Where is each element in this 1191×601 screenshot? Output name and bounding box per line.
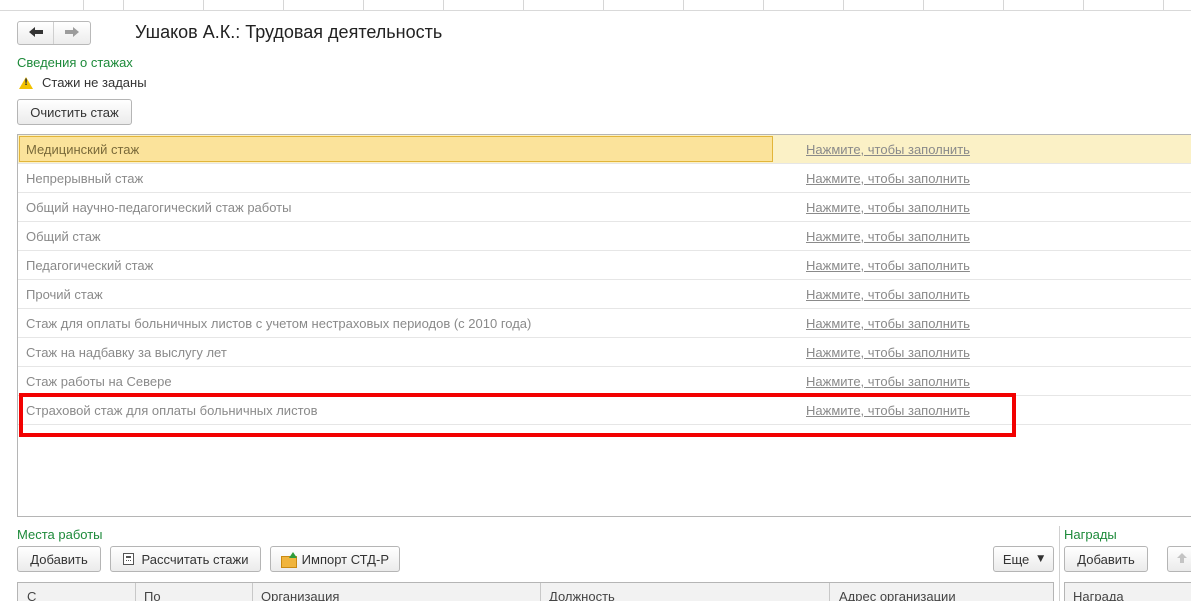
experience-name: Медицинский стаж xyxy=(26,142,140,157)
column-header-to[interactable]: По xyxy=(144,589,161,601)
awards-section-label: Награды xyxy=(1064,527,1117,542)
window-top-strip xyxy=(0,0,1191,11)
strip-divider xyxy=(523,0,524,10)
fill-link[interactable]: Нажмите, чтобы заполнить xyxy=(806,345,970,360)
strip-divider xyxy=(763,0,764,10)
column-header-award[interactable]: Награда xyxy=(1073,589,1124,601)
strip-divider xyxy=(363,0,364,10)
fill-link[interactable]: Нажмите, чтобы заполнить xyxy=(806,229,970,244)
back-button[interactable] xyxy=(18,22,54,44)
column-separator xyxy=(135,583,136,601)
column-header-address[interactable]: Адрес организации xyxy=(839,589,956,601)
arrow-right-icon xyxy=(64,25,80,41)
workplaces-section-label: Места работы xyxy=(17,527,103,542)
strip-divider xyxy=(283,0,284,10)
strip-divider xyxy=(603,0,604,10)
experience-name: Педагогический стаж xyxy=(26,258,154,273)
move-up-button[interactable] xyxy=(1167,546,1191,572)
strip-divider xyxy=(1003,0,1004,10)
table-row[interactable]: Общий стаж Нажмите, чтобы заполнить xyxy=(18,222,1191,251)
experience-table: Медицинский стаж Нажмите, чтобы заполнит… xyxy=(17,134,1191,517)
strip-divider xyxy=(123,0,124,10)
table-row[interactable]: Общий научно-педагогический стаж работы … xyxy=(18,193,1191,222)
experience-name: Общий научно-педагогический стаж работы xyxy=(26,200,292,215)
import-std-r-label: Импорт СТД-Р xyxy=(301,551,389,567)
calculator-icon xyxy=(122,553,134,565)
fill-link[interactable]: Нажмите, чтобы заполнить xyxy=(806,171,970,186)
table-row[interactable]: Непрерывный стаж Нажмите, чтобы заполнит… xyxy=(18,164,1191,193)
fill-link[interactable]: Нажмите, чтобы заполнить xyxy=(806,287,970,302)
strip-divider xyxy=(1163,0,1164,10)
chevron-down-icon: ▼ xyxy=(1037,554,1045,564)
strip-divider xyxy=(203,0,204,10)
strip-divider xyxy=(83,0,84,10)
strip-divider xyxy=(923,0,924,10)
experience-section-label: Сведения о стажах xyxy=(17,55,133,70)
more-button[interactable]: Еще ▼ xyxy=(993,546,1054,572)
table-row[interactable]: Стаж для оплаты больничных листов с учет… xyxy=(18,309,1191,338)
add-workplace-button[interactable]: Добавить xyxy=(17,546,101,572)
table-row[interactable]: Стаж на надбавку за выслугу лет Нажмите,… xyxy=(18,338,1191,367)
column-header-position[interactable]: Должность xyxy=(549,589,615,601)
fill-link[interactable]: Нажмите, чтобы заполнить xyxy=(806,200,970,215)
column-header-from[interactable]: С xyxy=(27,589,36,601)
import-folder-icon xyxy=(281,551,297,568)
warning-icon xyxy=(19,76,33,89)
panel-divider xyxy=(1059,526,1060,601)
experience-name: Общий стаж xyxy=(26,229,101,244)
table-row[interactable]: Стаж работы на Севере Нажмите, чтобы зап… xyxy=(18,367,1191,396)
experience-name: Стаж работы на Севере xyxy=(26,374,172,389)
experience-name: Прочий стаж xyxy=(26,287,103,302)
strip-divider xyxy=(843,0,844,10)
awards-table-header: Награда xyxy=(1064,582,1191,601)
table-row[interactable]: Медицинский стаж Нажмите, чтобы заполнит… xyxy=(18,135,1191,164)
fill-link[interactable]: Нажмите, чтобы заполнить xyxy=(806,258,970,273)
strip-divider xyxy=(1083,0,1084,10)
column-header-organization[interactable]: Организация xyxy=(261,589,339,601)
fill-link[interactable]: Нажмите, чтобы заполнить xyxy=(806,374,970,389)
workplaces-table-header: С По Организация Должность Адрес организ… xyxy=(17,582,1054,601)
calculate-experience-button[interactable]: Рассчитать стажи xyxy=(110,546,261,572)
arrow-up-icon xyxy=(1176,552,1188,567)
warning-message: Стажи не заданы xyxy=(19,75,147,90)
arrow-left-icon xyxy=(28,25,44,41)
column-separator xyxy=(829,583,830,601)
experience-name: Непрерывный стаж xyxy=(26,171,144,186)
import-std-r-button[interactable]: Импорт СТД-Р xyxy=(270,546,400,572)
forward-button[interactable] xyxy=(54,22,90,44)
navigation-buttons xyxy=(17,21,91,45)
warning-text: Стажи не заданы xyxy=(42,75,147,90)
page-title: Ушаков А.К.: Трудовая деятельность xyxy=(135,22,443,42)
clear-experience-button[interactable]: Очистить стаж xyxy=(17,99,132,125)
fill-link[interactable]: Нажмите, чтобы заполнить xyxy=(806,316,970,331)
column-separator xyxy=(540,583,541,601)
strip-divider xyxy=(443,0,444,10)
fill-link[interactable]: Нажмите, чтобы заполнить xyxy=(806,142,970,157)
table-row[interactable]: Педагогический стаж Нажмите, чтобы запол… xyxy=(18,251,1191,280)
strip-divider xyxy=(683,0,684,10)
experience-name: Стаж на надбавку за выслугу лет xyxy=(26,345,227,360)
add-award-button[interactable]: Добавить xyxy=(1064,546,1148,572)
column-separator xyxy=(252,583,253,601)
red-highlight-box xyxy=(19,393,1016,437)
table-row[interactable]: Прочий стаж Нажмите, чтобы заполнить xyxy=(18,280,1191,309)
experience-name: Стаж для оплаты больничных листов с учет… xyxy=(26,316,532,331)
more-label: Еще xyxy=(1002,551,1030,567)
calculate-experience-label: Рассчитать стажи xyxy=(141,551,249,567)
